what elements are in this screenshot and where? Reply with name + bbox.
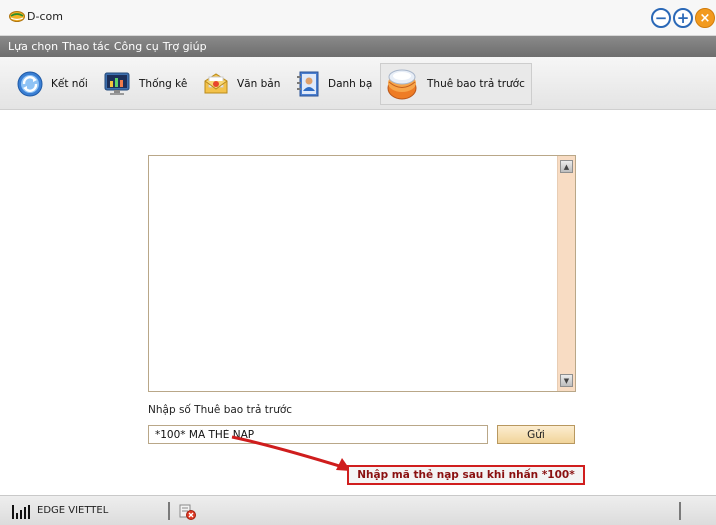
prepaid-sim-icon bbox=[387, 69, 417, 100]
toolbar-connect-label: Kết nối bbox=[51, 78, 88, 90]
maximize-icon: + bbox=[676, 8, 690, 27]
menu-item-actions[interactable]: Thao tác bbox=[62, 40, 110, 53]
status-bar: EDGE VIETTEL bbox=[0, 495, 716, 525]
status-separator-right bbox=[679, 502, 681, 520]
title-bar: D-com − + × bbox=[0, 0, 716, 36]
sms-error-icon[interactable] bbox=[179, 504, 196, 520]
toolbar: Kết nối Thống kê Văn bản Danh bạ Thuê ba… bbox=[0, 57, 716, 110]
instruction-callout: Nhập mã thẻ nạp sau khi nhấn *100* bbox=[347, 465, 585, 485]
scroll-down-icon: ▼ bbox=[563, 376, 570, 385]
send-button[interactable]: Gửi bbox=[497, 425, 575, 444]
network-status-label: EDGE VIETTEL bbox=[37, 505, 109, 516]
scroll-up-button[interactable]: ▲ bbox=[560, 160, 573, 173]
envelope-icon bbox=[204, 73, 228, 94]
scroll-down-button[interactable]: ▼ bbox=[560, 374, 573, 387]
address-book-icon bbox=[297, 71, 319, 97]
menu-item-help[interactable]: Trợ giúp bbox=[163, 40, 207, 53]
log-scrollbar[interactable]: ▲ ▼ bbox=[557, 156, 575, 391]
prepaid-input-label: Nhập số Thuê bao trả trước bbox=[148, 404, 293, 416]
menu-bar: Lựa chọn Thao tác Công cụ Trợ giúp bbox=[0, 36, 716, 57]
toolbar-messages-button[interactable]: Văn bản bbox=[203, 67, 280, 101]
toolbar-prepaid-label: Thuê bao trả trước bbox=[427, 78, 525, 90]
signal-bars-icon bbox=[12, 505, 30, 519]
close-icon: × bbox=[699, 10, 711, 26]
window-title: D-com bbox=[27, 10, 63, 23]
toolbar-stats-label: Thống kê bbox=[139, 78, 188, 90]
close-button[interactable]: × bbox=[695, 8, 715, 28]
toolbar-contacts-button[interactable]: Danh bạ bbox=[296, 67, 372, 101]
status-separator bbox=[168, 502, 170, 520]
maximize-button[interactable]: + bbox=[673, 8, 693, 28]
toolbar-contacts-label: Danh bạ bbox=[328, 78, 373, 90]
minimize-icon: − bbox=[654, 8, 668, 27]
toolbar-stats-button[interactable]: Thống kê bbox=[103, 67, 187, 101]
menu-item-options[interactable]: Lựa chọn bbox=[8, 40, 58, 53]
monitor-chart-icon bbox=[104, 72, 130, 95]
toolbar-prepaid-button[interactable]: Thuê bao trả trước bbox=[380, 63, 532, 105]
scroll-up-icon: ▲ bbox=[563, 162, 570, 171]
toolbar-connect-button[interactable]: Kết nối bbox=[17, 67, 88, 101]
refresh-connect-icon bbox=[17, 71, 43, 97]
app-logo-icon bbox=[9, 11, 25, 22]
toolbar-messages-label: Văn bản bbox=[237, 78, 281, 90]
minimize-button[interactable]: − bbox=[651, 8, 671, 28]
response-log-area[interactable]: ▲ ▼ bbox=[148, 155, 576, 392]
menu-item-tools[interactable]: Công cụ bbox=[114, 40, 159, 53]
prepaid-code-input[interactable] bbox=[148, 425, 488, 444]
